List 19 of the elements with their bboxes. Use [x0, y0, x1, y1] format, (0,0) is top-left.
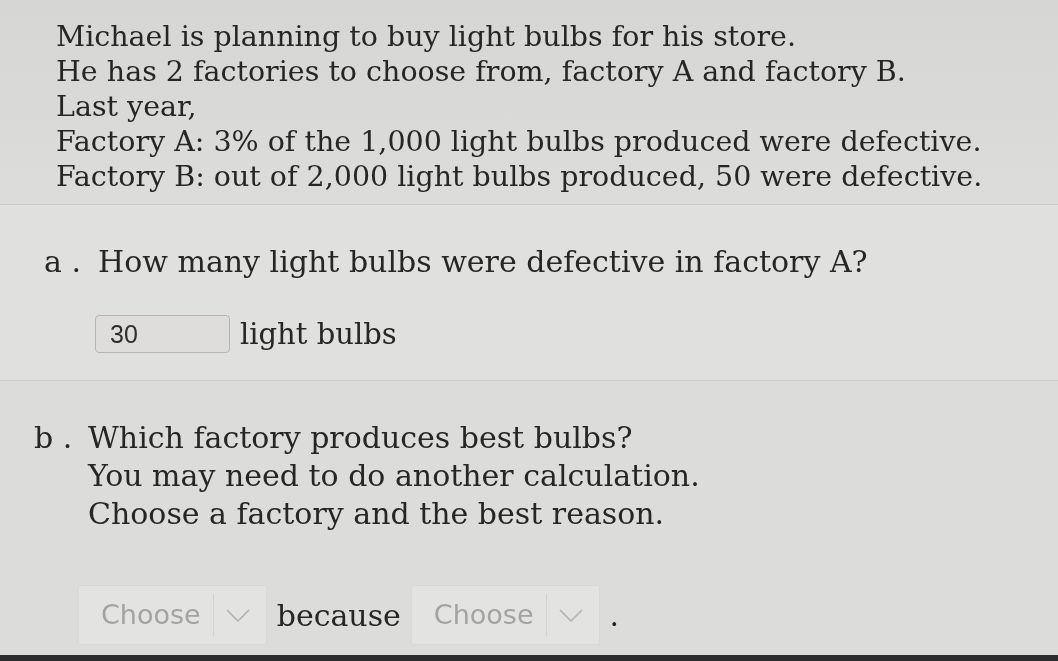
question-text: How many light bulbs were defective in factory A?	[98, 243, 868, 281]
problem-text: Factory A: 3% of the 1,000 light bulbs produced were defective.	[56, 124, 982, 159]
sentence-end-text: .	[609, 597, 620, 633]
problem-text: Michael is planning to buy light bulbs for his store.	[56, 19, 797, 54]
choose-dropdown[interactable]: Choose	[410, 585, 600, 645]
problem-text: Factory B: out of 2,000 light bulbs produced, 50 were defective.	[56, 159, 983, 194]
question-text: Choose a factory and the best reason.	[88, 495, 665, 533]
question-text: You may need to do another calculation.	[88, 457, 700, 495]
unit-text: light bulbs	[240, 317, 397, 351]
chevron-down-icon	[558, 608, 583, 622]
problem-text: He has 2 factories to choose from, factory A and factory B.	[56, 54, 906, 89]
question-label: b .	[34, 419, 74, 457]
choose-dropdown[interactable]: Choose	[78, 585, 267, 645]
chevron-down-icon	[225, 608, 250, 622]
answer-field[interactable]: 30	[95, 315, 230, 353]
question-text: Which factory produces best bulbs?	[88, 419, 633, 457]
connector-text: because	[276, 597, 401, 633]
question-label: a .	[44, 243, 82, 281]
problem-text: Last year,	[56, 89, 197, 124]
